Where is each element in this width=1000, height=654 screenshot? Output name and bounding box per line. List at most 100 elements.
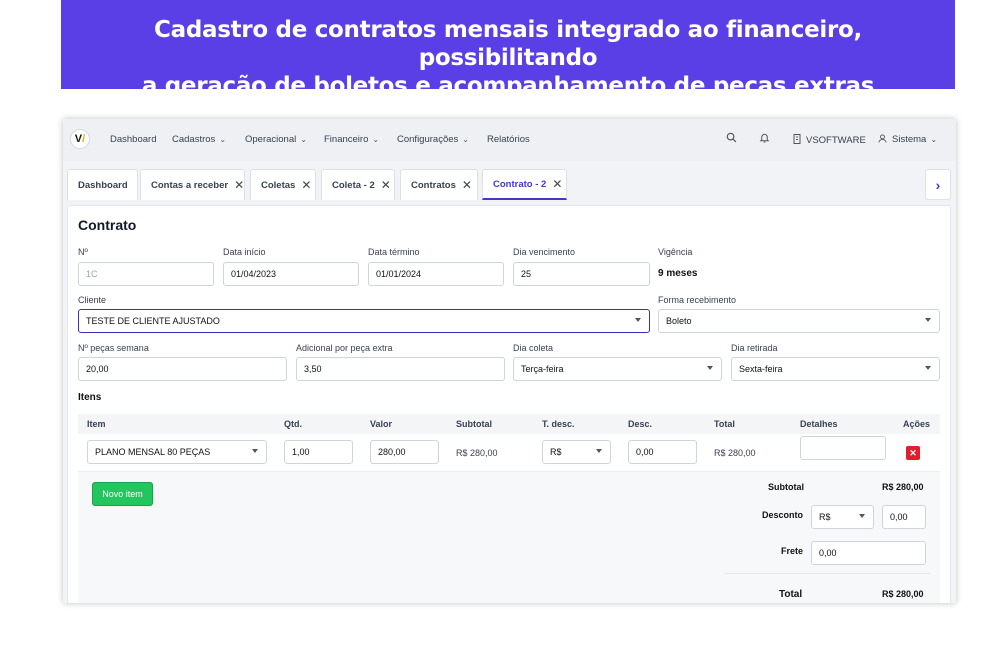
contract-form-panel: Contrato Nº 1C Data início 01/04/2023 Da… [67,205,951,603]
close-icon[interactable]: ✕ [381,178,391,192]
frete-field[interactable]: 0,00 [811,541,926,565]
numero-label: Nº [78,247,88,257]
tab-label: Contratos [411,179,456,191]
caret-down-icon [707,366,713,370]
forma-recebimento-select[interactable]: Boleto [658,309,940,333]
desconto-type-select[interactable]: R$ [811,505,874,529]
tab-label: Coleta - 2 [332,179,375,191]
user-icon [878,134,887,143]
data-inicio-value: 01/04/2023 [231,269,277,279]
item-select[interactable]: PLANO MENSAL 80 PEÇAS [87,440,267,464]
chevron-down-icon: ⌄ [462,135,469,144]
detalhes-field[interactable] [800,436,886,460]
company-selector[interactable]: VSOFTWARE [793,134,866,146]
data-inicio-field[interactable]: 01/04/2023 [223,262,359,286]
qtd-field[interactable]: 1,00 [284,440,353,464]
tab-contrato-2[interactable]: Contrato - 2 ✕ [482,169,567,200]
total-value: R$ 280,00 [714,448,756,458]
dia-vencimento-field[interactable]: 25 [513,262,650,286]
desconto-field[interactable]: 0,00 [882,505,926,529]
tab-coleta-2[interactable]: Coleta - 2 ✕ [321,169,395,200]
building-icon [793,134,801,144]
caret-down-icon [596,449,602,453]
app-window: V / Dashboard Cadastros ⌄ Operacional ⌄ Fin… [63,119,956,603]
col-qtd: Qtd. [284,419,302,429]
nav-financeiro[interactable]: Financeiro ⌄ [324,134,379,145]
dia-retirada-select[interactable]: Sexta-feira [731,357,940,381]
tabs-bar: Dashboard Contas a receber ✕ Coletas ✕ Col… [63,161,956,201]
cliente-select[interactable]: TESTE DE CLIENTE AJUSTADO [78,309,650,333]
col-detalhes: Detalhes [800,419,838,429]
data-termino-value: 01/01/2024 [376,269,422,279]
user-name: Sistema [892,134,927,145]
tab-coletas[interactable]: Coletas ✕ [250,169,316,200]
items-table-header: Item Qtd. Valor Subtotal T. desc. Desc. … [78,414,940,434]
search-icon[interactable] [726,132,737,146]
chevron-right-icon: › [935,176,941,193]
tab-label: Contas a receber [151,179,229,191]
close-icon[interactable]: ✕ [234,178,244,192]
col-desc: Desc. [628,419,653,429]
chevron-down-icon: ⌄ [930,135,938,144]
tab-label: Coletas [261,179,296,191]
pecas-semana-value: 20,00 [86,364,109,374]
col-acoes: Ações [903,419,931,429]
dia-retirada-label: Dia retirada [731,343,778,353]
user-menu[interactable]: Sistema ⌄ [878,134,937,145]
tab-contas-a-receber[interactable]: Contas a receber ✕ [140,169,245,200]
nav-cadastros[interactable]: Cadastros ⌄ [172,134,226,145]
chevron-down-icon: ⌄ [300,135,307,144]
vigencia-value: 9 meses [658,268,698,279]
desc-field[interactable]: 0,00 [628,440,697,464]
caret-down-icon [859,514,865,518]
vigencia-label: Vigência [658,247,693,257]
dia-coleta-select[interactable]: Terça-feira [513,357,722,381]
desc-value: 0,00 [636,447,654,457]
tdesc-value: R$ [550,447,562,457]
close-icon[interactable]: ✕ [462,178,472,192]
add-item-button[interactable]: Novo item [92,482,153,506]
dia-vencimento-label: Dia vencimento [513,247,576,257]
desconto-type-value: R$ [819,512,831,522]
close-icon[interactable]: ✕ [301,178,311,192]
col-valor: Valor [370,419,393,429]
chevron-down-icon: ⌄ [372,135,380,144]
summary-total-label: Total [779,589,803,600]
tab-label: Contrato - 2 [493,178,547,190]
numero-field[interactable]: 1C [78,262,214,286]
pecas-semana-field[interactable]: 20,00 [78,357,287,381]
dia-retirada-value: Sexta-feira [739,364,783,374]
nav-label: Operacional [245,134,297,145]
nav-relatorios[interactable]: Relatórios [487,134,530,145]
valor-field[interactable]: 280,00 [370,440,439,464]
bell-icon[interactable] [759,132,770,146]
banner-line-1: Cadastro de contratos mensais integrado … [154,17,862,71]
close-icon[interactable]: ✕ [552,177,562,191]
tabs-next-button[interactable]: › [925,169,951,200]
dia-coleta-value: Terça-feira [521,364,564,374]
tab-dashboard[interactable]: Dashboard [67,169,138,200]
summary-subtotal-value: R$ 280,00 [882,482,924,492]
nav-operacional[interactable]: Operacional ⌄ [245,134,307,145]
app-logo[interactable]: V / [70,129,90,149]
desconto-value: 0,00 [890,512,908,522]
delete-row-button[interactable]: ✕ [906,446,920,460]
nav-label: Relatórios [487,134,530,145]
nav-label: Configurações [397,134,459,145]
tdesc-select[interactable]: R$ [542,440,611,464]
nav-configuracoes[interactable]: Configurações ⌄ [397,134,469,145]
col-tdesc: T. desc. [542,419,575,429]
item-value: PLANO MENSAL 80 PEÇAS [95,447,211,457]
frete-value: 0,00 [819,548,837,558]
cliente-value: TESTE DE CLIENTE AJUSTADO [86,316,220,326]
data-inicio-label: Data início [223,247,266,257]
subtotal-value: R$ 280,00 [456,448,498,458]
adicional-field[interactable]: 3,50 [296,357,505,381]
tab-contratos[interactable]: Contratos ✕ [400,169,478,200]
data-termino-field[interactable]: 01/01/2024 [368,262,504,286]
valor-value: 280,00 [378,447,406,457]
nav-label: Financeiro [324,134,369,145]
table-row: PLANO MENSAL 80 PEÇAS 1,00 280,00 R$ 280… [78,434,940,472]
nav-dashboard[interactable]: Dashboard [110,134,156,145]
data-termino-label: Data término [368,247,420,257]
